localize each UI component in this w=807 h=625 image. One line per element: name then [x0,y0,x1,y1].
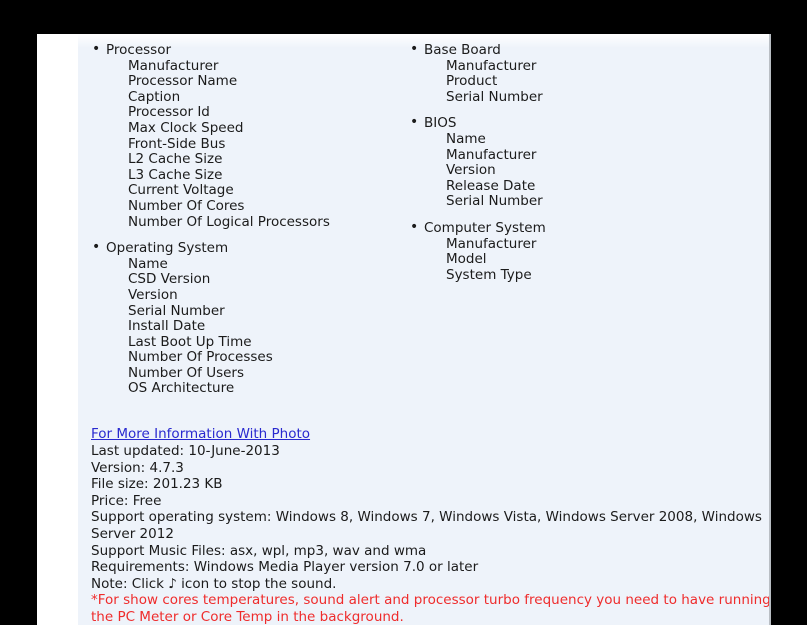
spec-field: Model [446,251,487,268]
spec-field: Caption [128,88,181,105]
content-area: Processor Manufacturer Processor Name Ca… [78,34,769,625]
spec-field: Max Clock Speed [128,119,244,136]
spec-field: Product [446,73,498,90]
spec-group-computer-system: Computer System Manufacturer Model Syste… [409,220,749,284]
document-sheet: Processor Manufacturer Processor Name Ca… [37,34,771,625]
spec-field: Processor Name [128,73,238,90]
spec-field: Current Voltage [128,182,234,199]
spec-field: Processor Id [128,104,210,121]
spec-field-list: Name Manufacturer Version Release Date S… [409,130,749,210]
spec-field: Serial Number [446,193,543,210]
spec-field: CSD Version [128,271,211,288]
spec-field-list: Manufacturer Processor Name Caption Proc… [91,57,421,231]
warning-text: *For show cores temperatures, sound aler… [91,592,771,625]
spec-field: Version [446,162,496,179]
spec-field: Serial Number [446,88,543,105]
spec-group-title: Base Board [409,42,749,59]
file-size-text: File size: 201.23 KB [91,476,223,493]
spec-column-left: Processor Manufacturer Processor Name Ca… [91,42,421,397]
spec-column-right: Base Board Manufacturer Product Serial N… [409,42,749,284]
spec-field: Install Date [128,318,206,335]
spec-group-operating-system: Operating System Name CSD Version Versio… [91,240,421,397]
product-info-block: For More Information With Photo Last upd… [91,423,771,625]
last-updated-text: Last updated: 10-June-2013 [91,443,280,459]
spec-field: Manufacturer [128,57,219,74]
spec-field: Manufacturer [446,235,537,252]
spec-field: Manufacturer [446,146,537,163]
spec-field: Manufacturer [446,57,537,74]
spec-group-bios: BIOS Name Manufacturer Version Release D… [409,115,749,210]
spec-group-title: Processor [91,42,421,59]
spec-group-title: BIOS [409,115,749,132]
spec-field: Number Of Logical Processors [128,213,330,230]
supported-music-files-text: Support Music Files: asx, wpl, mp3, wav … [91,542,427,559]
more-information-link[interactable]: For More Information With Photo [91,426,310,443]
spec-field: Number Of Processes [128,349,273,366]
content-inner: Processor Manufacturer Processor Name Ca… [91,42,763,398]
spec-group-title: Operating System [91,240,421,257]
spec-field: L3 Cache Size [128,166,223,183]
specification-columns: Processor Manufacturer Processor Name Ca… [91,42,763,398]
spec-field: System Type [446,266,532,283]
requirements-text: Requirements: Windows Media Player versi… [91,559,479,576]
spec-field: Release Date [446,177,536,194]
spec-field-list: Name CSD Version Version Serial Number I… [91,255,421,397]
spec-field: OS Architecture [128,380,235,397]
spec-field: Last Boot Up Time [128,333,252,350]
page-backdrop: Processor Manufacturer Processor Name Ca… [0,0,807,625]
spec-field: Number Of Users [128,364,244,381]
spec-field: Name [128,255,168,272]
price-text: Price: Free [91,492,162,509]
spec-group-title: Computer System [409,220,749,237]
note-text: Note: Click ♪ icon to stop the sound. [91,575,337,592]
spec-field-list: Manufacturer Model System Type [409,235,749,284]
spec-field: L2 Cache Size [128,151,223,168]
spec-field: Name [446,130,486,147]
supported-os-text: Support operating system: Windows 8, Win… [91,509,762,542]
spec-group-base-board: Base Board Manufacturer Product Serial N… [409,42,749,106]
spec-field: Number Of Cores [128,197,245,214]
spec-group-processor: Processor Manufacturer Processor Name Ca… [91,42,421,231]
version-text: Version: 4.7.3 [91,459,184,476]
spec-field-list: Manufacturer Product Serial Number [409,57,749,106]
spec-field: Front-Side Bus [128,135,226,152]
spec-field: Version [128,286,178,303]
spec-field: Serial Number [128,302,225,319]
